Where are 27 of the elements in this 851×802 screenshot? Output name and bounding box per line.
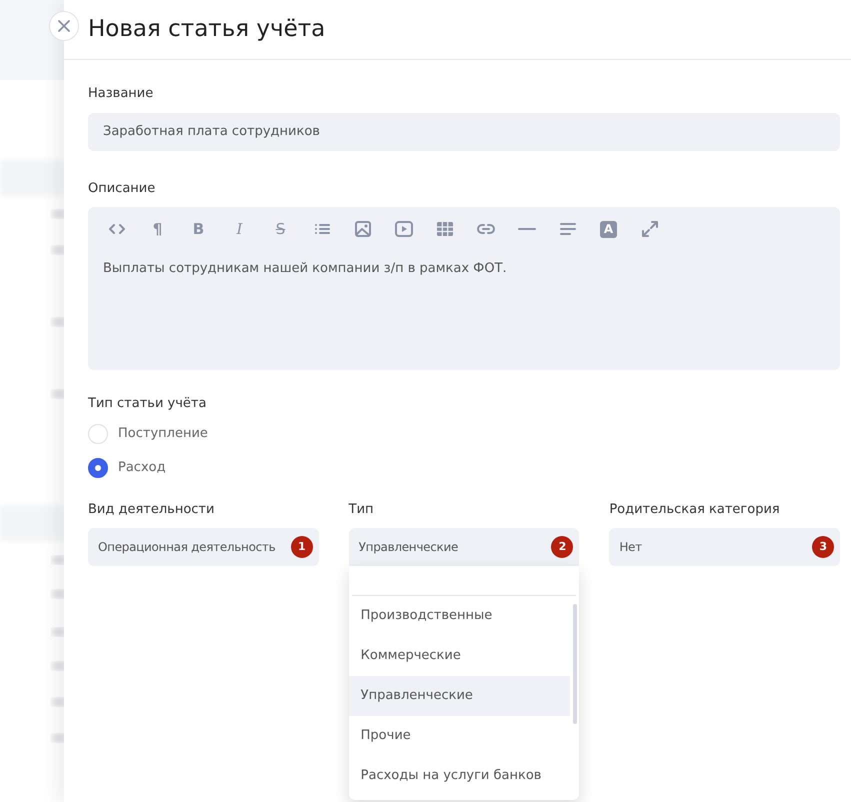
field-label: Тип xyxy=(348,500,374,518)
close-icon xyxy=(57,19,71,33)
select-field[interactable]: Управленческие 2 xyxy=(348,528,580,566)
description-text: Выплаты сотрудникам нашей компании з/п в рамках ФОТ. xyxy=(103,260,508,278)
number-badge: 2 xyxy=(551,536,574,558)
radio-label: Расход xyxy=(118,458,166,477)
number-badge: 1 xyxy=(290,536,313,558)
close-button[interactable] xyxy=(49,11,79,41)
dropdown-option[interactable]: Прочие xyxy=(348,716,570,756)
field-label: Вид деятельности xyxy=(88,500,214,518)
radio-button[interactable] xyxy=(88,458,108,478)
field-label: Описание xyxy=(88,180,156,198)
dropdown-option[interactable]: Коммерческие xyxy=(348,636,570,676)
dropdown-option[interactable]: Производственные xyxy=(348,596,570,636)
select-field[interactable]: Нет 3 xyxy=(609,528,840,566)
section-label: Тип статьи учёта xyxy=(88,395,206,413)
number-badge: 3 xyxy=(812,536,834,558)
dropdown-option[interactable]: Расходы на услуги банков xyxy=(348,756,570,796)
dropdown-option[interactable]: Управленческие xyxy=(348,676,570,716)
scrollbar[interactable] xyxy=(572,604,577,724)
field-label: Родительская категория xyxy=(609,500,780,518)
name-field[interactable]: Заработная плата сотрудников xyxy=(88,112,840,150)
select-field[interactable]: Операционная деятельность 1 xyxy=(88,528,319,566)
panel-title: Новая статья учёта xyxy=(88,16,326,44)
description-editor[interactable]: ¶ B I S A Выплаты сотрудникам нашей компании з/п в рамках ФОТ. xyxy=(88,207,840,370)
field-label: Название xyxy=(88,85,154,103)
radio-label: Поступление xyxy=(118,424,208,443)
